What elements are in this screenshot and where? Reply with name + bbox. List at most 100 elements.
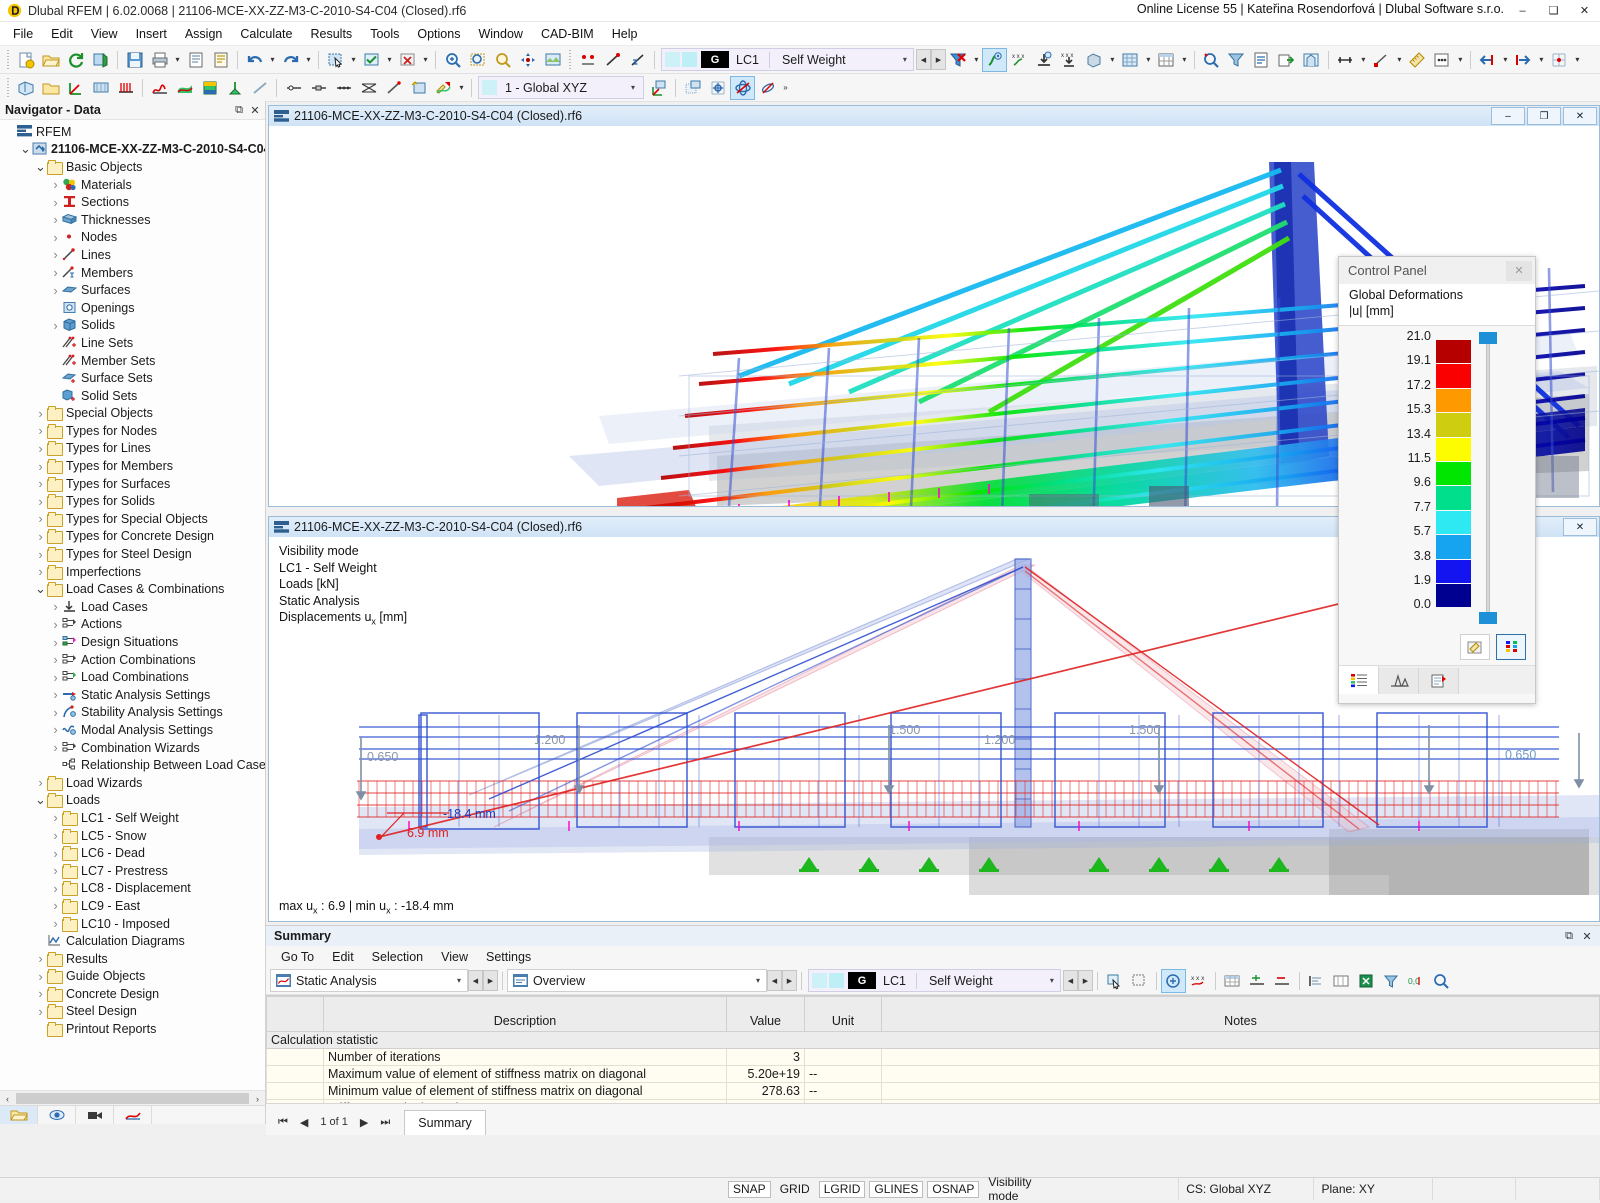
chevron-right-icon[interactable]: › [49, 863, 62, 878]
toolbar-overflow-caret[interactable]: » [780, 76, 791, 100]
new-model-icon[interactable] [13, 76, 38, 100]
measure-icon[interactable] [1405, 48, 1430, 72]
control-panel-tab-color-scale[interactable] [1339, 666, 1379, 694]
navigator-tab-results[interactable] [114, 1106, 152, 1124]
view-chevron-down-icon[interactable]: ▾ [750, 976, 766, 985]
save-icon[interactable] [122, 48, 147, 72]
chevron-right-icon[interactable]: › [49, 705, 62, 720]
status-toggle-grid[interactable]: GRID [775, 1181, 815, 1198]
snap-point-icon[interactable] [1369, 48, 1394, 72]
chevron-right-icon[interactable]: › [49, 212, 62, 227]
chevron-right-icon[interactable]: › [34, 969, 47, 984]
status-toggle-glines[interactable]: GLINES [869, 1181, 923, 1198]
analysis-type-selector[interactable]: Static Analysis ▾ [270, 969, 468, 992]
navigator-horizontal-scrollbar[interactable]: ‹ › [0, 1090, 265, 1106]
line-load-icon[interactable] [113, 76, 138, 100]
member-tool-icon[interactable] [625, 48, 650, 72]
printout-report-icon[interactable] [183, 48, 208, 72]
view-prev-button[interactable]: ◀ [767, 970, 782, 991]
tree-item-lc10-imposed[interactable]: ›LC10 - Imposed [0, 915, 265, 933]
menu-item-insert[interactable]: Insert [127, 24, 176, 44]
analysis-next-button[interactable]: ▶ [483, 970, 498, 991]
tree-item-modal-analysis-settings[interactable]: ›Modal Analysis Settings [0, 721, 265, 739]
chevron-right-icon[interactable]: › [34, 775, 47, 790]
workplane-icon[interactable] [680, 76, 705, 100]
node-tool-icon[interactable] [575, 48, 600, 72]
tree-item-members[interactable]: ›Members [0, 264, 265, 282]
undo-dropdown-caret[interactable]: ▾ [267, 48, 278, 72]
tree-item-static-analysis-settings[interactable]: ›Static Analysis Settings [0, 686, 265, 704]
dimension-icon[interactable] [1333, 48, 1358, 72]
chevron-right-icon[interactable]: › [34, 441, 47, 456]
chevron-right-icon[interactable]: › [49, 670, 62, 685]
tree-item-types-for-steel-design[interactable]: ›Types for Steel Design [0, 545, 265, 563]
chevron-right-icon[interactable]: › [34, 547, 47, 562]
slider-thumb-top[interactable] [1479, 332, 1497, 344]
tree-item-lc1-self-weight[interactable]: ›LC1 - Self Weight [0, 809, 265, 827]
analysis-chevron-down-icon[interactable]: ▾ [451, 976, 467, 985]
grid-center-icon[interactable] [705, 76, 730, 100]
table-grid-icon[interactable] [1220, 969, 1245, 993]
tree-item-solids[interactable]: ›Solids [0, 317, 265, 335]
print-dropdown-caret[interactable]: ▾ [172, 48, 183, 72]
chevron-right-icon[interactable]: › [34, 951, 47, 966]
navigator-undock-button[interactable]: ⧉ [231, 104, 247, 117]
tree-item-load-combinations[interactable]: ›Load Combinations [0, 668, 265, 686]
control-panel-tab-factors[interactable] [1379, 668, 1419, 694]
maximize-button[interactable]: ❑ [1538, 0, 1569, 21]
tree-item-guide-objects[interactable]: ›Guide Objects [0, 968, 265, 986]
chevron-right-icon[interactable]: › [34, 494, 47, 509]
export-excel-icon[interactable] [1354, 969, 1379, 993]
truss-icon[interactable] [356, 76, 381, 100]
support-icon[interactable] [222, 76, 247, 100]
summary-menu-settings[interactable]: Settings [477, 948, 540, 966]
hinge2-icon[interactable] [306, 76, 331, 100]
viewport2-close[interactable]: ✕ [1563, 518, 1597, 536]
chevron-right-icon[interactable]: › [49, 230, 62, 245]
cs-chevron-down-icon[interactable]: ▾ [625, 83, 641, 92]
close-button[interactable]: ✕ [1569, 0, 1600, 21]
chevron-down-icon[interactable]: ⌄ [34, 796, 47, 804]
load-case-prev-button[interactable]: ◀ [916, 49, 931, 70]
view-3d-icon[interactable] [730, 76, 755, 100]
select-all-caret[interactable]: ▾ [384, 48, 395, 72]
load-case-next-button[interactable]: ▶ [931, 49, 946, 70]
result-values-icon[interactable]: x x x [1007, 48, 1032, 72]
chevron-right-icon[interactable]: › [34, 476, 47, 491]
min-value-icon[interactable] [1032, 48, 1057, 72]
tree-item-types-for-surfaces[interactable]: ›Types for Surfaces [0, 475, 265, 493]
decimals-icon[interactable]: 0,0 [1404, 969, 1429, 993]
select-all-icon[interactable] [359, 48, 384, 72]
chevron-right-icon[interactable]: › [34, 986, 47, 1001]
model-wizard-icon[interactable] [88, 48, 113, 72]
max-value-icon[interactable]: x x x [1057, 48, 1082, 72]
nav-last-button[interactable]: ⏭ [374, 1116, 396, 1129]
viewport1-maximize[interactable]: ❐ [1527, 107, 1561, 125]
chevron-right-icon[interactable]: › [49, 846, 62, 861]
tree-item-action-combinations[interactable]: ›Action Combinations [0, 651, 265, 669]
tree-item-types-for-solids[interactable]: ›Types for Solids [0, 492, 265, 510]
control-panel[interactable]: Control Panel ✕ Global Deformations |u| … [1338, 256, 1536, 704]
line-tool-icon[interactable] [600, 48, 625, 72]
scroll-thumb[interactable] [16, 1093, 249, 1104]
tree-item-types-for-concrete-design[interactable]: ›Types for Concrete Design [0, 528, 265, 546]
tab-summary[interactable]: Summary [404, 1110, 485, 1135]
menu-item-tools[interactable]: Tools [361, 24, 408, 44]
chevron-right-icon[interactable]: › [49, 265, 62, 280]
print-icon[interactable] [147, 48, 172, 72]
chevron-right-icon[interactable]: › [34, 529, 47, 544]
hinge1-icon[interactable] [281, 76, 306, 100]
cs-axes-icon[interactable] [646, 76, 671, 100]
chevron-right-icon[interactable]: › [49, 652, 62, 667]
solid-color-icon[interactable] [197, 76, 222, 100]
menu-item-file[interactable]: File [4, 24, 42, 44]
status-toggle-lgrid[interactable]: LGRID [819, 1181, 866, 1198]
zoom-in-icon[interactable] [440, 48, 465, 72]
solid-results-caret[interactable]: ▾ [1107, 48, 1118, 72]
tree-item-combination-wizards[interactable]: ›Combination Wizards [0, 739, 265, 757]
refresh-icon[interactable] [63, 48, 88, 72]
chevron-right-icon[interactable]: › [49, 318, 62, 333]
view-rotate-icon[interactable] [755, 76, 780, 100]
legend-edit-icon[interactable] [1460, 634, 1490, 660]
toolbar2-grip[interactable] [5, 78, 11, 98]
